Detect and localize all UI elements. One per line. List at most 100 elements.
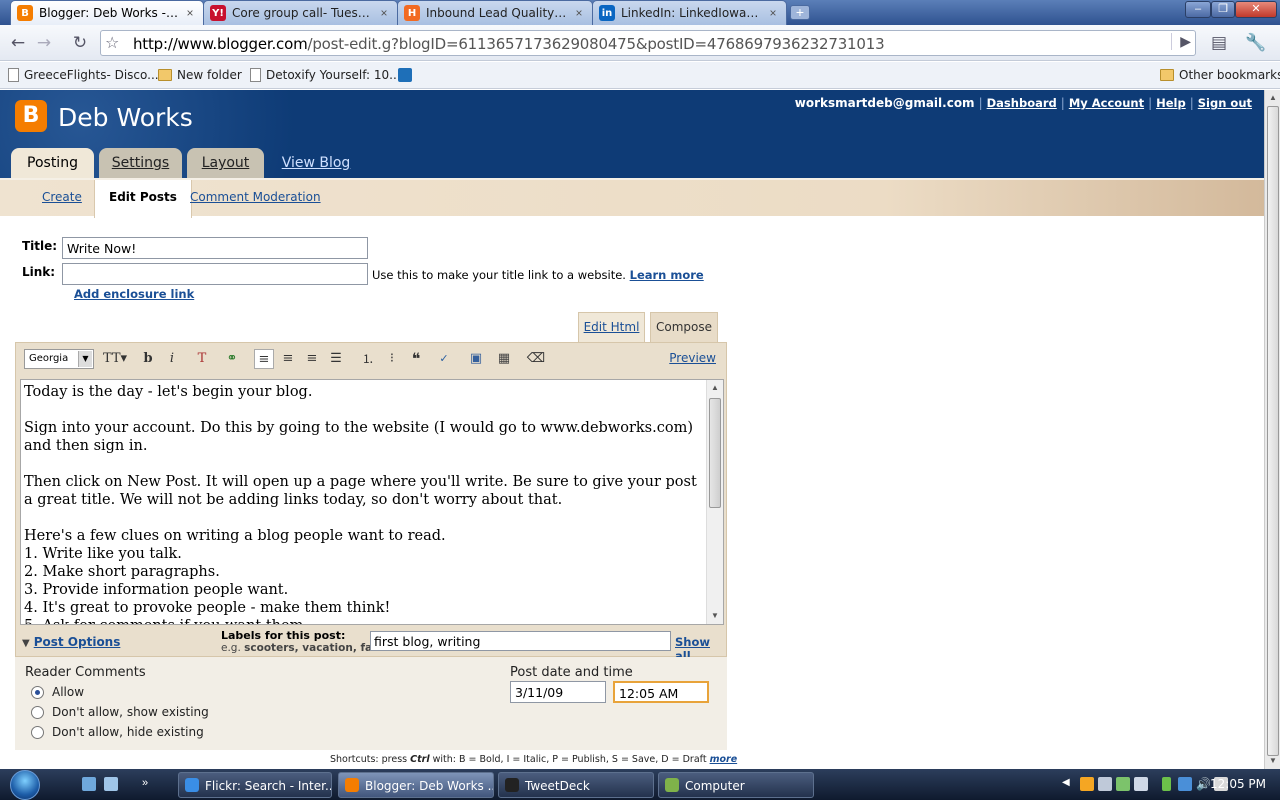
new-tab-button[interactable]: + <box>790 5 810 20</box>
close-tab-icon[interactable]: × <box>572 6 586 20</box>
bullet-list-icon[interactable]: ⁝ <box>382 349 402 369</box>
text-color-icon[interactable]: T <box>192 349 212 369</box>
bookmark-detoxify[interactable]: Detoxify Yourself: 10... <box>250 68 401 82</box>
tab-posting[interactable]: Posting <box>11 148 94 178</box>
italic-icon[interactable]: i <box>162 349 182 369</box>
spellcheck-icon[interactable]: ✓ <box>434 349 454 369</box>
link-icon[interactable]: ⚭ <box>222 349 242 369</box>
maximize-window-icon[interactable]: ❐ <box>1211 1 1235 18</box>
compose-tab[interactable]: Compose <box>650 312 718 344</box>
shortcuts-more-link[interactable]: more <box>710 754 738 765</box>
browser-tab-yahoo[interactable]: Y! Core group call- Tuesday... × <box>203 0 398 25</box>
forward-arrow-icon[interactable]: → <box>32 31 56 55</box>
radio-icon <box>31 705 44 719</box>
taskbar-item-computer[interactable]: Computer <box>658 772 814 798</box>
tray-app-icon[interactable] <box>1116 777 1130 791</box>
tray-expand-icon[interactable]: ◀ <box>1062 777 1076 791</box>
reload-icon[interactable]: ↻ <box>68 31 92 55</box>
page-icon <box>8 68 19 82</box>
tray-app-icon[interactable] <box>1098 777 1112 791</box>
start-button[interactable] <box>4 769 48 800</box>
scroll-thumb[interactable] <box>709 398 721 508</box>
scroll-down-icon[interactable]: ▼ <box>707 608 723 624</box>
page-scrollbar[interactable]: ▲ ▼ <box>1264 90 1280 769</box>
eraser-icon[interactable]: ⌫ <box>526 349 546 369</box>
bookmark-app[interactable] <box>398 68 417 82</box>
bookmark-greeceflights[interactable]: GreeceFlights- Disco... <box>8 68 159 82</box>
show-desktop-icon[interactable] <box>82 777 96 791</box>
post-editor: Georgia ▼ TT▾ b i T ⚭ ≡ ≡ ≡ ☰ ⒈ ⁝ ❝ ✓ ▣ … <box>15 342 727 663</box>
taskbar-item-blogger[interactable]: Blogger: Deb Works ... <box>338 772 494 798</box>
chrome-icon <box>345 778 359 792</box>
edit-html-tab[interactable]: Edit Html <box>578 312 645 342</box>
chevron-right-icon[interactable]: » <box>142 777 152 791</box>
volume-icon[interactable]: 🔊 <box>1196 777 1211 791</box>
dashboard-link[interactable]: Dashboard <box>987 96 1057 110</box>
title-input[interactable]: Write Now! <box>62 237 368 259</box>
bookmark-star-icon[interactable]: ☆ <box>105 33 119 52</box>
browser-tab-blogger[interactable]: B Blogger: Deb Works - Edi... × <box>10 0 204 25</box>
windows-taskbar: » Flickr: Search - Inter... Blogger: Deb… <box>0 769 1280 800</box>
browser-tab-linkedin[interactable]: in LinkedIn: LinkedIowa Gro... × <box>592 0 787 25</box>
learn-more-link[interactable]: Learn more <box>630 268 704 282</box>
post-body-editor[interactable]: Today is the day - let's begin your blog… <box>20 379 724 625</box>
comments-hide-existing-radio[interactable]: Don't allow, hide existing <box>31 725 204 739</box>
browser-tab-hubspot[interactable]: H Inbound Lead Quality fro... × <box>397 0 593 25</box>
taskbar-item-flickr[interactable]: Flickr: Search - Inter... <box>178 772 332 798</box>
wrench-menu-icon[interactable]: 🔧 <box>1240 31 1272 55</box>
switch-windows-icon[interactable] <box>104 777 118 791</box>
back-arrow-icon[interactable]: ← <box>6 31 30 55</box>
network-icon[interactable] <box>1178 777 1192 791</box>
bookmark-new-folder[interactable]: New folder <box>158 68 242 82</box>
link-input[interactable] <box>62 263 368 285</box>
post-time-input[interactable]: 12:05 AM <box>613 681 709 703</box>
battery-icon[interactable] <box>1162 777 1171 791</box>
justify-icon[interactable]: ☰ <box>326 349 346 369</box>
address-bar[interactable]: ☆ http://www.blogger.com/post-edit.g?blo… <box>100 30 1196 56</box>
numbered-list-icon[interactable]: ⒈ <box>358 349 378 369</box>
scroll-up-icon[interactable]: ▲ <box>707 380 723 396</box>
page-scroll-thumb[interactable] <box>1267 106 1279 756</box>
close-tab-icon[interactable]: × <box>377 6 391 20</box>
close-tab-icon[interactable]: × <box>183 6 197 20</box>
image-icon[interactable]: ▣ <box>466 349 486 369</box>
close-tab-icon[interactable]: × <box>766 6 780 20</box>
tab-view-blog[interactable]: View Blog <box>272 148 360 178</box>
scroll-up-icon[interactable]: ▲ <box>1265 90 1280 106</box>
go-arrow-icon[interactable]: ▶ <box>1171 33 1191 50</box>
align-right-icon[interactable]: ≡ <box>302 349 322 369</box>
labels-input[interactable]: first blog, writing <box>370 631 671 651</box>
reader-comments-title: Reader Comments <box>25 665 146 680</box>
post-options-toggle[interactable]: ▼ Post Options <box>22 635 120 649</box>
browser-tab-label: Core group call- Tuesday... <box>232 6 373 20</box>
video-icon[interactable]: ▦ <box>494 349 514 369</box>
scroll-down-icon[interactable]: ▼ <box>1265 753 1280 769</box>
comments-show-existing-radio[interactable]: Don't allow, show existing <box>31 705 209 719</box>
taskbar-item-tweetdeck[interactable]: TweetDeck <box>498 772 654 798</box>
font-select[interactable]: Georgia ▼ <box>24 349 94 369</box>
page-menu-icon[interactable]: ▤ <box>1204 31 1234 55</box>
font-size-icon[interactable]: TT▾ <box>102 349 128 369</box>
editor-scrollbar[interactable]: ▲ ▼ <box>706 380 723 624</box>
tab-layout[interactable]: Layout <box>187 148 264 178</box>
taskbar-clock[interactable]: 12:05 PM <box>1210 777 1266 791</box>
help-link[interactable]: Help <box>1156 96 1186 110</box>
blockquote-icon[interactable]: ❝ <box>406 349 426 369</box>
minimize-window-icon[interactable]: – <box>1185 1 1211 18</box>
comments-allow-radio[interactable]: Allow <box>31 685 84 699</box>
tray-app-icon[interactable] <box>1134 777 1148 791</box>
tray-app-icon[interactable] <box>1080 777 1094 791</box>
align-left-icon[interactable]: ≡ <box>254 349 274 369</box>
other-bookmarks[interactable]: Other bookmarks <box>1160 68 1280 82</box>
post-date-input[interactable]: 3/11/09 <box>510 681 606 703</box>
close-window-icon[interactable]: ✕ <box>1235 1 1277 18</box>
align-center-icon[interactable]: ≡ <box>278 349 298 369</box>
sign-out-link[interactable]: Sign out <box>1198 96 1252 110</box>
tab-settings[interactable]: Settings <box>99 148 182 178</box>
my-account-link[interactable]: My Account <box>1069 96 1144 110</box>
bold-icon[interactable]: b <box>138 349 158 369</box>
subtab-create[interactable]: Create <box>28 180 96 216</box>
subtab-comment-moderation[interactable]: Comment Moderation <box>176 180 335 216</box>
preview-link[interactable]: Preview <box>669 351 716 365</box>
add-enclosure-link[interactable]: Add enclosure link <box>74 287 194 301</box>
